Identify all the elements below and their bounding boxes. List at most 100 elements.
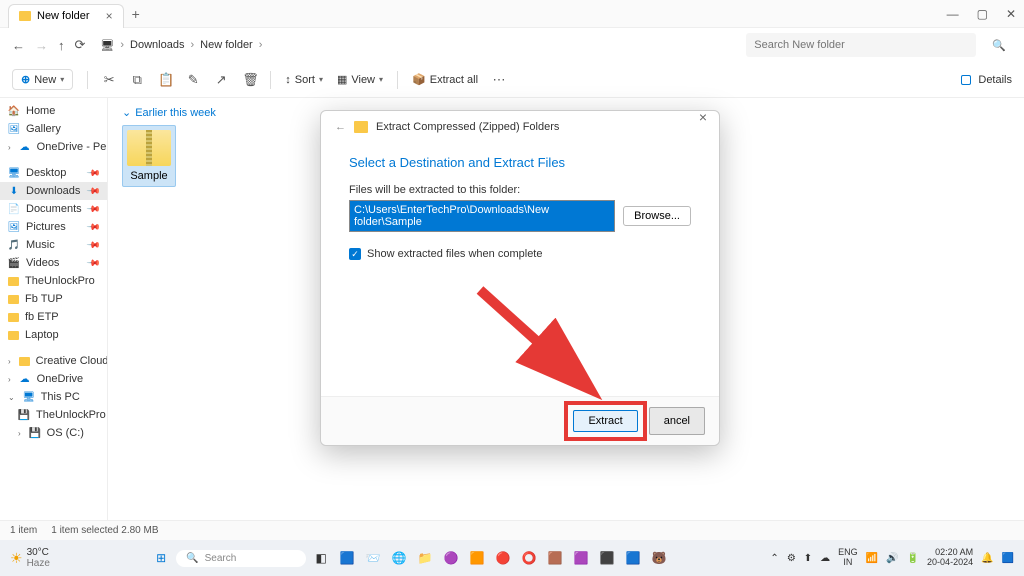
refresh-button[interactable]: ⟳ (75, 37, 86, 53)
more-button[interactable]: ⋯ (492, 72, 506, 88)
window-controls: — ▢ ✕ (947, 7, 1016, 21)
taskbar-app[interactable]: 🟪 (570, 547, 592, 569)
taskbar-app[interactable]: 🟦 (336, 547, 358, 569)
breadcrumb[interactable]: 🖥 › Downloads › New folder › (100, 39, 262, 52)
file-label: Sample (130, 170, 167, 182)
search-icon: 🔍 (186, 553, 198, 564)
clock[interactable]: 02:20 AM 20-04-2024 (927, 548, 973, 568)
pc-icon: 🖥 (100, 39, 114, 52)
start-button[interactable]: ⊞ (150, 547, 172, 569)
tray-icon[interactable]: ⚙ (787, 553, 796, 564)
sidebar-music[interactable]: 🎵Music📌 (0, 236, 107, 254)
details-pane-button[interactable]: Details (961, 74, 1012, 86)
taskbar-app[interactable]: 🟧 (466, 547, 488, 569)
paste-button[interactable]: 📋 (158, 72, 172, 88)
copy-button[interactable]: ⧉ (130, 72, 144, 88)
annotation-highlight: Extract (570, 407, 640, 435)
taskbar-app[interactable]: 🟫 (544, 547, 566, 569)
file-sample-zip[interactable]: Sample (122, 125, 176, 187)
sidebar-creative-cloud[interactable]: ›Creative Cloud Fi (0, 352, 107, 370)
status-selected: 1 item selected 2.80 MB (51, 525, 158, 536)
sidebar-fb-etp[interactable]: fb ETP (0, 308, 107, 326)
sidebar-onedrive2[interactable]: ›☁OneDrive (0, 370, 107, 388)
rename-button[interactable]: ✎ (186, 72, 200, 88)
copilot-icon[interactable]: 🟦 (1002, 553, 1014, 564)
taskbar-app[interactable]: 🔴 (492, 547, 514, 569)
volume-icon[interactable]: 🔊 (886, 553, 898, 564)
sidebar: 🏠Home 🖼Gallery ›☁OneDrive - Perso 🖥Deskt… (0, 98, 108, 520)
taskbar-app[interactable]: 🌐 (388, 547, 410, 569)
sidebar-theunlockpro2[interactable]: 💾TheUnlockPro (0, 406, 107, 424)
active-tab[interactable]: New folder × (8, 4, 124, 28)
sun-icon: ☀ (10, 550, 23, 567)
maximize-button[interactable]: ▢ (977, 7, 988, 21)
wifi-icon[interactable]: 📶 (866, 553, 878, 564)
notifications-icon[interactable]: 🔔 (981, 553, 993, 564)
forward-button[interactable]: → (35, 38, 48, 53)
breadcrumb-newfolder[interactable]: New folder (200, 39, 253, 51)
taskbar-app[interactable]: 🟦 (622, 547, 644, 569)
chevron-right-icon: › (259, 39, 263, 51)
taskbar: ☀ 30°C Haze ⊞ 🔍Search ◧ 🟦 📨 🌐 📁 🟣 🟧 🔴 ⭕ … (0, 540, 1024, 576)
sidebar-onedrive[interactable]: ›☁OneDrive - Perso (0, 138, 107, 156)
tray-icon[interactable]: ⬆ (804, 553, 812, 564)
zip-icon (127, 130, 171, 166)
sidebar-videos[interactable]: 🎬Videos📌 (0, 254, 107, 272)
chevron-right-icon: › (120, 39, 124, 51)
chevron-right-icon: › (190, 39, 194, 51)
dialog-back-button[interactable]: ← (335, 121, 346, 133)
up-button[interactable]: ↑ (58, 38, 65, 53)
close-tab-icon[interactable]: × (106, 9, 113, 23)
sidebar-gallery[interactable]: 🖼Gallery (0, 120, 107, 138)
battery-icon[interactable]: 🔋 (907, 553, 919, 564)
back-button[interactable]: ← (12, 38, 25, 53)
sidebar-downloads[interactable]: ⬇Downloads📌 (0, 182, 107, 200)
language-switcher[interactable]: ENG IN (838, 548, 858, 568)
minimize-button[interactable]: — (947, 7, 959, 21)
destination-path-input[interactable]: C:\Users\EnterTechPro\Downloads\New fold… (349, 200, 615, 232)
task-view-button[interactable]: ◧ (310, 547, 332, 569)
dialog-title: Extract Compressed (Zipped) Folders (376, 121, 559, 133)
sidebar-laptop[interactable]: Laptop (0, 326, 107, 344)
search-icon[interactable]: 🔍 (992, 39, 1006, 52)
checkbox-label: Show extracted files when complete (367, 248, 542, 260)
taskbar-search[interactable]: 🔍Search (176, 550, 306, 567)
sidebar-theunlockpro[interactable]: TheUnlockPro (0, 272, 107, 290)
pin-icon: 📌 (86, 219, 102, 235)
view-button[interactable]: ▦View▾ (337, 73, 383, 86)
sidebar-fb-tup[interactable]: Fb TUP (0, 290, 107, 308)
sidebar-os-c[interactable]: ›💾OS (C:) (0, 424, 107, 442)
sort-button[interactable]: ↕Sort▾ (285, 74, 323, 86)
extract-all-button[interactable]: 📦Extract all (412, 73, 478, 86)
taskbar-app[interactable]: 🐻 (648, 547, 670, 569)
taskbar-app[interactable]: 🟣 (440, 547, 462, 569)
taskbar-app[interactable]: ⭕ (518, 547, 540, 569)
pin-icon: 📌 (86, 183, 102, 199)
new-button[interactable]: ⊕New▾ (12, 69, 73, 90)
breadcrumb-downloads[interactable]: Downloads (130, 39, 184, 51)
new-tab-button[interactable]: + (132, 6, 140, 22)
tray-chevron-icon[interactable]: ⌃ (770, 553, 778, 564)
sidebar-pictures[interactable]: 🖼Pictures📌 (0, 218, 107, 236)
weather-widget[interactable]: ☀ 30°C Haze (10, 547, 50, 569)
taskbar-app[interactable]: 📨 (362, 547, 384, 569)
folder-icon (354, 121, 368, 133)
toolbar: ⊕New▾ ✂ ⧉ 📋 ✎ ↗ 🗑 ↕Sort▾ ▦View▾ 📦Extract… (0, 62, 1024, 98)
share-button[interactable]: ↗ (214, 72, 228, 88)
tray-icon[interactable]: ☁ (820, 553, 830, 564)
taskbar-app[interactable]: ⬛ (596, 547, 618, 569)
browse-button[interactable]: Browse... (623, 206, 691, 226)
sidebar-documents[interactable]: 📄Documents📌 (0, 200, 107, 218)
sidebar-home[interactable]: 🏠Home (0, 102, 107, 120)
extract-button[interactable]: Extract (573, 410, 637, 432)
show-extracted-checkbox[interactable]: ✓ Show extracted files when complete (349, 248, 691, 260)
cut-button[interactable]: ✂ (102, 72, 116, 88)
sidebar-desktop[interactable]: 🖥Desktop📌 (0, 164, 107, 182)
sidebar-thispc[interactable]: ⌄🖥This PC (0, 388, 107, 406)
close-button[interactable]: ✕ (1006, 7, 1016, 21)
extract-dialog: × ← Extract Compressed (Zipped) Folders … (320, 110, 720, 446)
delete-button[interactable]: 🗑 (242, 72, 256, 88)
taskbar-explorer[interactable]: 📁 (414, 547, 436, 569)
cancel-button[interactable]: ancel (649, 407, 705, 435)
search-input[interactable] (746, 33, 976, 57)
